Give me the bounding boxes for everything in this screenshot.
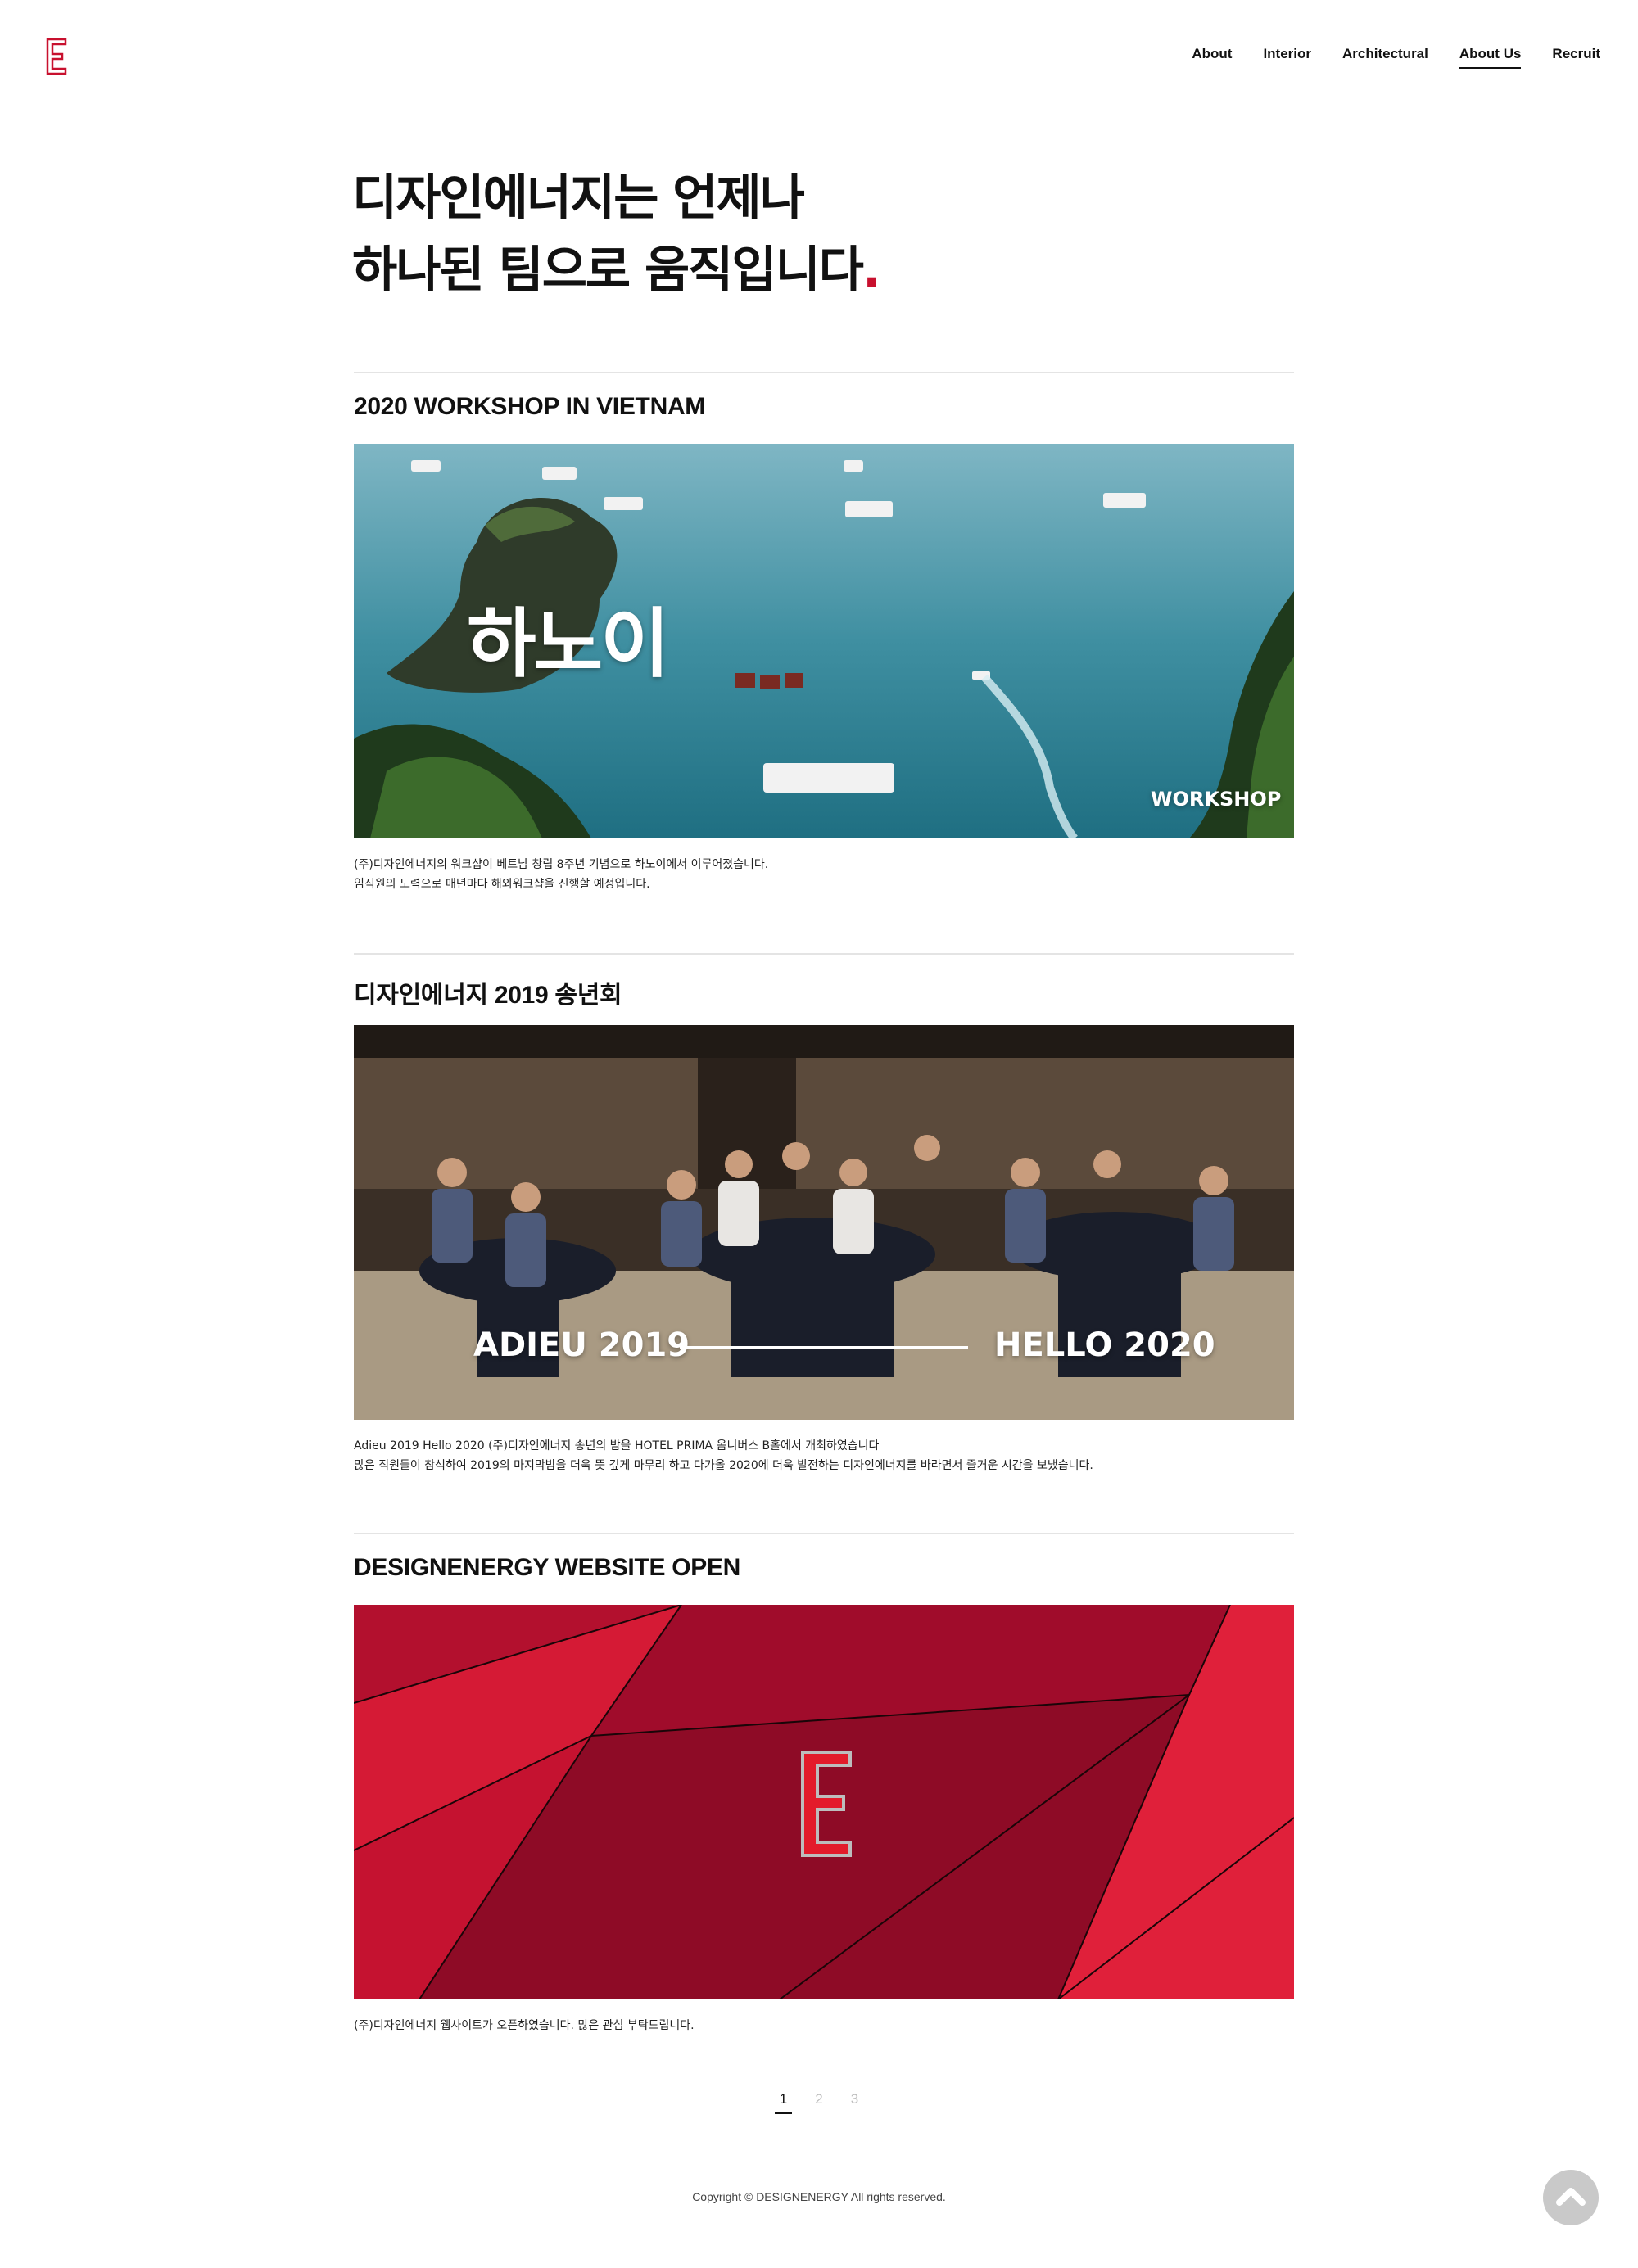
accent-dot: . [862,242,881,299]
main-nav: About Interior Architectural About Us Re… [1192,44,1600,69]
post-title[interactable]: 디자인에너지 2019 송년회 [354,974,622,1010]
designenergy-logo-icon[interactable] [46,38,67,75]
post-image-banquet[interactable]: ADIEU 2019 HELLO 2020 [354,1025,1294,1420]
page-2[interactable]: 2 [810,2091,827,2114]
divider [354,1533,1294,1534]
page-3[interactable]: 3 [846,2091,863,2114]
designenergy-logo-icon [801,1751,852,1857]
nav-about[interactable]: About [1192,44,1232,69]
post-description: (주)디자인에너지의 워크샵이 베트남 창립 8주년 기념으로 하노이에서 이루… [354,858,769,891]
post-workshop: 2020 WORKSHOP IN VIETNAM 하노이 WORKSHOP (주… [354,372,1294,896]
pagination: 1 2 3 [0,2091,1638,2114]
overlay-adieu: ADIEU 2019 [473,1326,690,1364]
post-title[interactable]: 2020 WORKSHOP IN VIETNAM [354,393,705,421]
nav-interior[interactable]: Interior [1263,44,1311,69]
overlay-hanoi: 하노이 [467,600,670,688]
overlay-workshop: WORKSHOP [1151,788,1282,811]
chevron-up-icon [1556,2188,1586,2206]
divider [354,953,1294,955]
nav-recruit[interactable]: Recruit [1552,44,1600,69]
site-header: About Interior Architectural About Us Re… [0,0,1638,115]
overlay-hello: HELLO 2020 [994,1326,1215,1364]
scroll-to-top-button[interactable] [1543,2170,1599,2225]
post-description: Adieu 2019 Hello 2020 (주)디자인에너지 송년의 밤을 H… [354,1439,1093,1472]
post-description: (주)디자인에너지 웹사이트가 오픈하였습니다. 많은 관심 부탁드립니다. [354,2019,695,2032]
post-image-red-facade[interactable] [354,1605,1294,1999]
page-title: 디자인에너지는 언제나 하나된 팀으로 움직입니다. [352,162,1335,306]
overlay-divider-line [680,1346,968,1349]
divider [354,372,1294,373]
page-title-line-2: 하나된 팀으로 움직입니다 [352,242,864,299]
page-title-line-1: 디자인에너지는 언제나 [352,169,805,227]
nav-about-us[interactable]: About Us [1459,44,1522,69]
post-image-halong-bay[interactable]: 하노이 WORKSHOP [354,444,1294,838]
nav-architectural[interactable]: Architectural [1342,44,1428,69]
footer-copyright: Copyright © DESIGNENERGY All rights rese… [692,2190,946,2203]
post-year-end-party: 디자인에너지 2019 송년회 ADIEU 2019 HELLO 2020 Ad… [354,953,1294,1477]
post-website-open: DESIGNENERGY WEBSITE OPEN (주)디자인에너지 웹사이트… [354,1533,1294,2040]
post-title[interactable]: DESIGNENERGY WEBSITE OPEN [354,1554,740,1582]
page-1[interactable]: 1 [774,2091,793,2114]
